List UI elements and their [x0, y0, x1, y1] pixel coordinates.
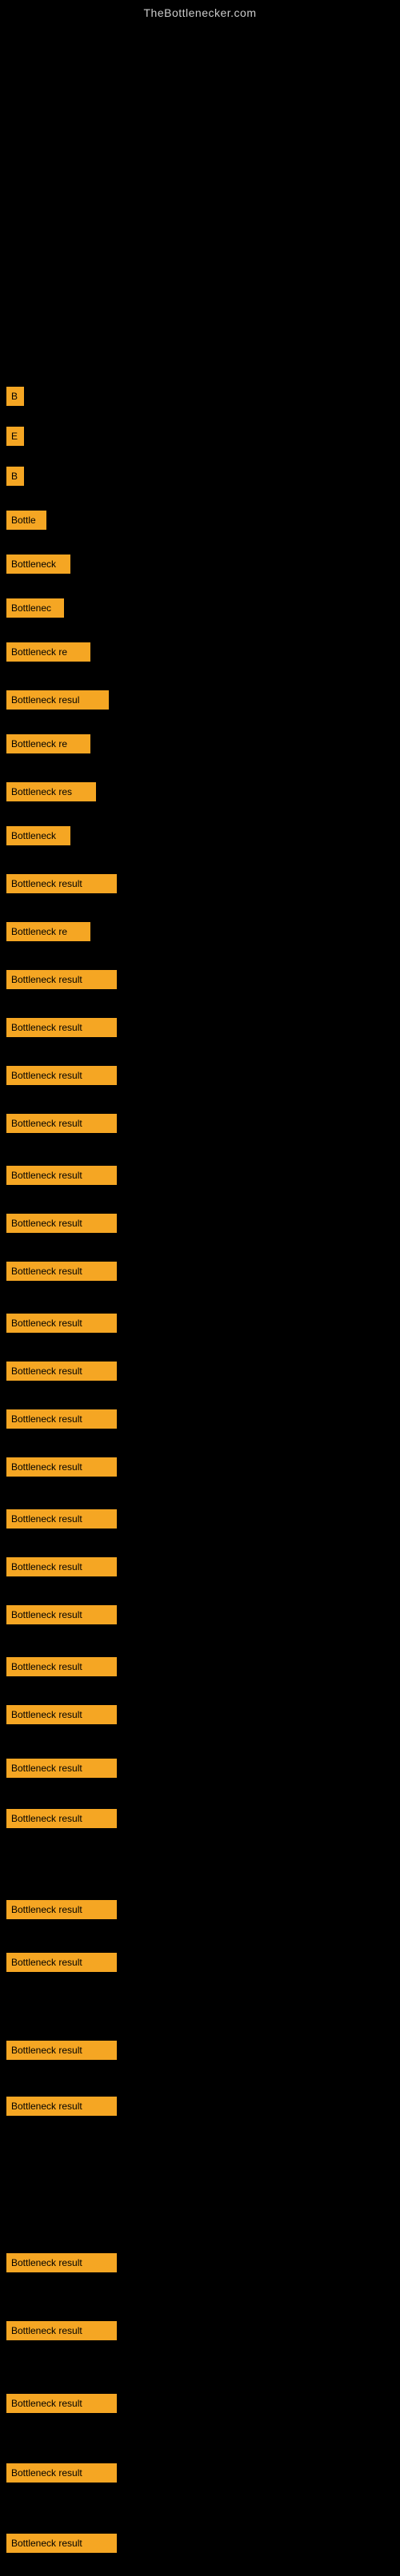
bottleneck-item: Bottleneck re	[6, 642, 90, 662]
bottleneck-item: Bottleneck	[6, 555, 70, 574]
bottleneck-item: Bottleneck result	[6, 970, 117, 989]
bottleneck-item: Bottleneck result	[6, 1605, 117, 1624]
bottleneck-item: Bottleneck result	[6, 1114, 117, 1133]
bottleneck-item: Bottleneck result	[6, 1362, 117, 1381]
bottleneck-item: Bottleneck result	[6, 1900, 117, 1919]
bottleneck-item: Bottleneck result	[6, 1953, 117, 1972]
bottleneck-item: Bottleneck result	[6, 1705, 117, 1724]
bottleneck-item: Bottleneck result	[6, 1214, 117, 1233]
bottleneck-item: Bottleneck res	[6, 782, 96, 801]
bottleneck-item: Bottleneck re	[6, 734, 90, 753]
bottleneck-item: Bottle	[6, 511, 46, 530]
bottleneck-item: Bottleneck result	[6, 1018, 117, 1037]
bottleneck-item: Bottleneck resul	[6, 690, 109, 710]
bottleneck-item: Bottleneck result	[6, 2041, 117, 2060]
bottleneck-item: Bottleneck result	[6, 2253, 117, 2272]
site-title: TheBottlenecker.com	[0, 0, 400, 19]
bottleneck-item: Bottleneck result	[6, 2097, 117, 2116]
bottleneck-item: Bottleneck	[6, 826, 70, 845]
bottleneck-item: B	[6, 467, 24, 486]
bottleneck-item: Bottleneck result	[6, 1166, 117, 1185]
bottleneck-item: Bottleneck result	[6, 2321, 117, 2340]
bottleneck-item: B	[6, 387, 24, 406]
bottleneck-item: Bottleneck result	[6, 874, 117, 893]
bottleneck-item: Bottleneck result	[6, 2534, 117, 2553]
bottleneck-item: Bottleneck result	[6, 1759, 117, 1778]
bottleneck-item: Bottleneck result	[6, 1066, 117, 1085]
bottleneck-item: Bottleneck result	[6, 1314, 117, 1333]
bottleneck-item: Bottleneck result	[6, 2463, 117, 2483]
bottleneck-item: Bottleneck result	[6, 1557, 117, 1576]
bottleneck-item: Bottleneck result	[6, 1457, 117, 1477]
bottleneck-item: Bottleneck result	[6, 1809, 117, 1828]
bottleneck-item: Bottleneck result	[6, 2394, 117, 2413]
bottleneck-item: Bottlenec	[6, 598, 64, 618]
bottleneck-item: Bottleneck result	[6, 1657, 117, 1676]
bottleneck-item: E	[6, 427, 24, 446]
bottleneck-item: Bottleneck re	[6, 922, 90, 941]
bottleneck-item: Bottleneck result	[6, 1409, 117, 1429]
bottleneck-item: Bottleneck result	[6, 1262, 117, 1281]
bottleneck-item: Bottleneck result	[6, 1509, 117, 1529]
